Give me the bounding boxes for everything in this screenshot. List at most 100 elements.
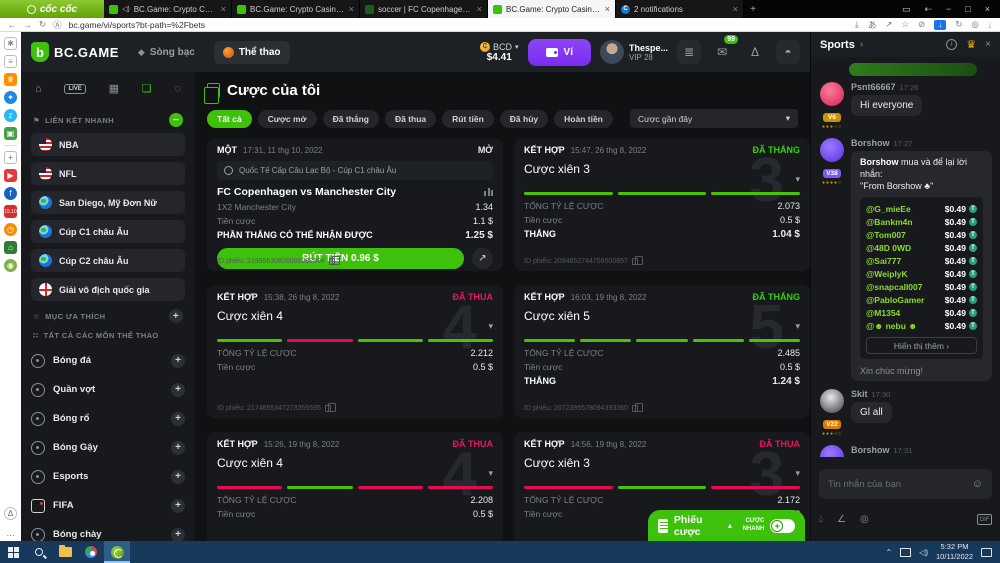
avatar[interactable] xyxy=(820,389,844,413)
coin-tip-icon[interactable]: ◎ xyxy=(860,514,869,525)
crown-rewards-icon[interactable]: ♛ xyxy=(4,73,17,86)
sale-badge-icon[interactable]: 15.10 xyxy=(4,205,17,218)
schedule-icon[interactable]: ▦ xyxy=(109,82,119,95)
sidebar-sport-fifa[interactable]: FIFA+ xyxy=(31,491,185,520)
bookmark-star-icon[interactable]: ☆ xyxy=(901,19,909,30)
expand-sport-button[interactable]: + xyxy=(171,441,185,455)
chat-room-selector[interactable]: Sports xyxy=(820,39,855,51)
sports-app-icon[interactable]: ◉ xyxy=(4,259,17,272)
chat-info-icon[interactable]: i xyxy=(946,39,957,50)
reader-mode-icon[interactable]: ▭ xyxy=(902,4,911,15)
profile-icon[interactable]: ◎ xyxy=(971,19,978,30)
chat-username[interactable]: Borshow17:27 xyxy=(851,138,992,148)
add-shortcut-icon[interactable]: + xyxy=(4,151,17,164)
share-bet-button[interactable]: ↗ xyxy=(472,248,493,269)
gif-icon[interactable]: GIF xyxy=(977,514,992,525)
window-minimize-button[interactable]: − xyxy=(946,4,951,14)
new-tab-button[interactable]: + xyxy=(744,0,762,18)
tip-recipient[interactable]: @G_mieEe xyxy=(866,204,911,214)
start-button[interactable] xyxy=(0,541,26,563)
games-icon[interactable]: ▣ xyxy=(4,127,17,140)
home-icon[interactable]: ⌂ xyxy=(35,83,42,95)
expand-combo-icon[interactable]: ▾ xyxy=(795,321,800,332)
sidebar-quick-link[interactable]: Giải vô địch quốc gia xyxy=(31,278,185,301)
browser-tab[interactable]: C2 notifications× xyxy=(616,0,744,18)
window-maximize-button[interactable]: □ xyxy=(965,4,970,14)
tip-recipient[interactable]: @M1354 xyxy=(866,308,900,318)
expand-combo-icon[interactable]: ▾ xyxy=(795,468,800,479)
chat-rules-icon[interactable]: ∠ xyxy=(837,514,846,525)
filter-tab[interactable]: Đã thua xyxy=(385,110,436,128)
expand-combo-icon[interactable]: ▾ xyxy=(795,174,800,185)
notifications-bell-icon[interactable]: Δ xyxy=(4,507,17,520)
tip-recipient[interactable]: @48D 0WD xyxy=(866,243,911,253)
tip-recipient[interactable]: @PabloGamer xyxy=(866,295,924,305)
chrome-icon[interactable] xyxy=(78,541,104,563)
sync-icon[interactable]: ↻ xyxy=(955,19,962,30)
copy-icon[interactable] xyxy=(632,405,638,412)
volume-icon[interactable]: ◁) xyxy=(919,548,928,557)
avatar[interactable] xyxy=(820,445,844,457)
tab-close-icon[interactable]: × xyxy=(733,4,738,14)
browser-tab[interactable]: BC.Game: Crypto Casino Gar× xyxy=(488,0,616,18)
expand-sport-button[interactable]: + xyxy=(171,470,185,484)
translate-icon[interactable]: あ xyxy=(868,19,877,31)
tip-recipient[interactable]: @Tom007 xyxy=(866,230,906,240)
my-bets-icon[interactable]: ❏ xyxy=(142,82,152,95)
chat-toggle-icon[interactable]: ◓ xyxy=(776,40,800,64)
avatar[interactable] xyxy=(820,138,844,162)
copy-icon[interactable] xyxy=(325,405,331,412)
copy-icon[interactable] xyxy=(632,258,638,265)
bell-icon[interactable]: Δ xyxy=(743,40,767,64)
action-center-icon[interactable] xyxy=(981,548,992,557)
youtube-icon[interactable]: ▶ xyxy=(4,169,17,182)
show-more-button[interactable]: Hiển thị thêm › xyxy=(866,337,977,354)
sidebar-quick-link[interactable]: NBA xyxy=(31,133,185,156)
newsfeed-icon[interactable]: ≡ xyxy=(4,55,17,68)
tip-recipient[interactable]: @☻ nebu ☻ xyxy=(866,321,917,331)
filter-tab[interactable]: Đã hủy xyxy=(500,110,548,128)
avatar[interactable] xyxy=(820,82,844,106)
expand-combo-icon[interactable]: ▾ xyxy=(488,321,493,332)
reload-button[interactable]: ↻ xyxy=(39,19,46,30)
browser-tab[interactable]: ◁)BC.Game: Crypto Casino× xyxy=(104,0,232,18)
expand-sport-button[interactable]: + xyxy=(171,528,185,542)
tab-close-icon[interactable]: × xyxy=(477,4,482,14)
tip-recipient[interactable]: @snapcall007 xyxy=(866,282,923,292)
share-icon[interactable]: ↗ xyxy=(885,19,892,30)
sidebar-sport-soccer[interactable]: Bóng đá+ xyxy=(31,346,185,375)
mail-icon[interactable]: ✉99 xyxy=(710,40,734,64)
back-compat-icon[interactable]: ⇠ xyxy=(924,4,932,15)
filter-tab[interactable]: Hoàn tiền xyxy=(554,110,613,128)
filter-tab[interactable]: Cược mở xyxy=(258,110,317,128)
home-garden-icon[interactable]: ⌂ xyxy=(4,241,17,254)
expand-combo-icon[interactable]: ▾ xyxy=(488,468,493,479)
sidebar-sport-baseball[interactable]: Bóng chày+ xyxy=(31,520,185,541)
sidebar-sport-tennis[interactable]: Quần vợt+ xyxy=(31,375,185,404)
currency-selector[interactable]: ₵BCD▾ $4.41 xyxy=(480,42,519,63)
bcgame-logo[interactable]: b BC.GAME xyxy=(31,42,119,62)
zalo-icon[interactable]: z xyxy=(4,109,17,122)
expand-sport-button[interactable]: + xyxy=(171,499,185,513)
search-icon[interactable]: ◌ xyxy=(174,83,181,95)
live-icon[interactable]: LIVE xyxy=(64,84,85,94)
filter-tab[interactable]: Tất cả xyxy=(207,110,252,128)
taskbar-search-icon[interactable] xyxy=(26,541,52,563)
betslip-button[interactable]: Phiếu cược ▴ CƯỢCNHANH + xyxy=(648,510,805,541)
downloads-icon[interactable]: ↓ xyxy=(988,20,992,30)
nav-sports[interactable]: Thể thao xyxy=(214,41,290,64)
chat-close-icon[interactable]: × xyxy=(985,39,991,50)
sidebar-sport-cricket[interactable]: Bóng Gậy+ xyxy=(31,433,185,462)
back-button[interactable]: ← xyxy=(8,20,17,30)
coccoc-taskbar-icon[interactable] xyxy=(104,541,130,563)
tip-recipient[interactable]: @Bankm4n xyxy=(866,217,913,227)
emoji-icon[interactable]: ☺ xyxy=(972,478,983,490)
expand-sport-button[interactable]: + xyxy=(171,354,185,368)
url-text[interactable]: bc.game/vi/sports?bt-path=%2Fbets xyxy=(69,20,205,30)
tab-close-icon[interactable]: × xyxy=(221,4,226,14)
tip-recipient[interactable]: @Sai777 xyxy=(866,256,901,266)
expand-sport-button[interactable]: + xyxy=(171,383,185,397)
site-info-icon[interactable]: Ⓐ xyxy=(53,19,62,31)
wallet-button[interactable]: Ví xyxy=(528,39,591,66)
network-icon[interactable] xyxy=(900,548,911,557)
